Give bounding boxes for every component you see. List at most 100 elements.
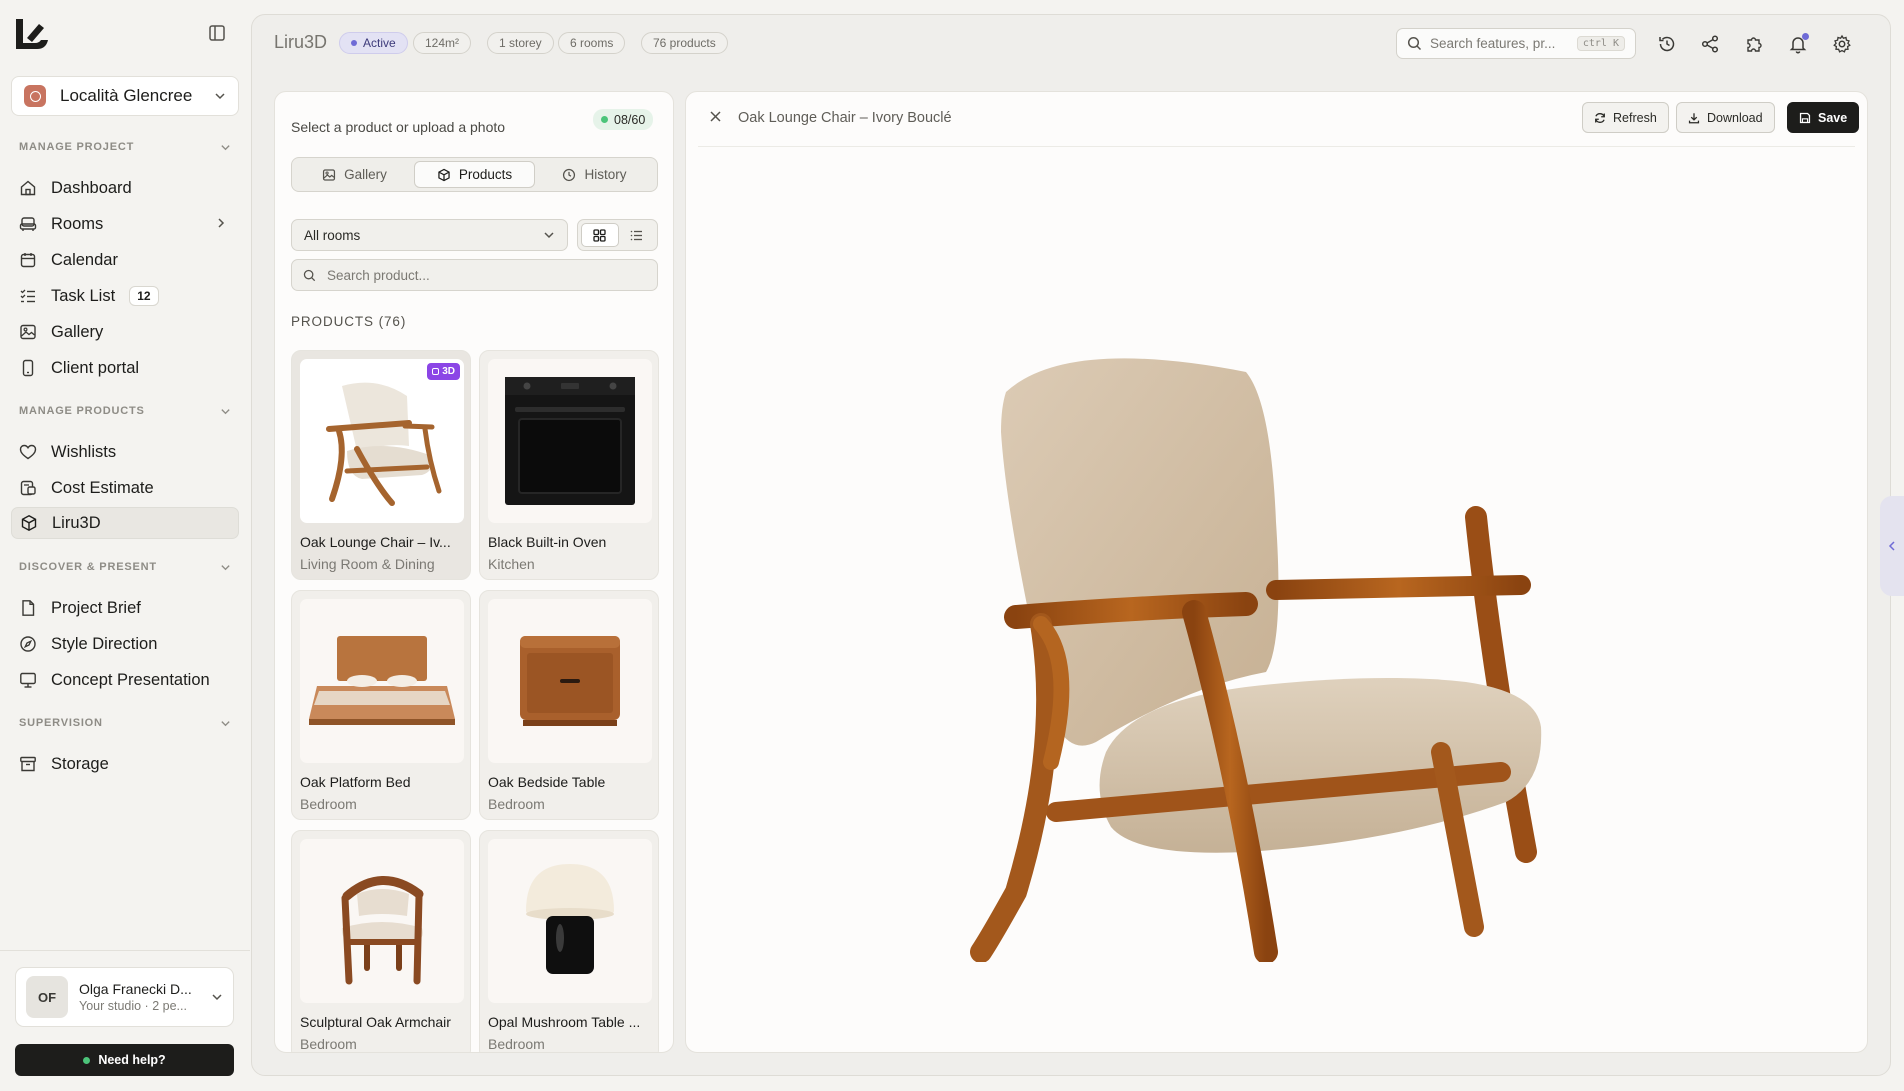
product-card[interactable]: Oak Bedside Table Bedroom: [479, 590, 659, 820]
product-search-input[interactable]: Search product...: [291, 259, 658, 291]
gear-icon[interactable]: [1831, 33, 1853, 55]
sidebar-item-client-portal[interactable]: Client portal: [11, 352, 239, 384]
sidebar-item-calendar[interactable]: Calendar: [11, 244, 239, 276]
task-count-badge: 12: [129, 286, 159, 306]
product-3d-viewer: Oak Lounge Chair – Ivory Bouclé Refresh …: [685, 91, 1868, 1053]
product-card[interactable]: Oak Platform Bed Bedroom: [291, 590, 471, 820]
room-filter-select[interactable]: All rooms: [291, 219, 568, 251]
save-button[interactable]: Save: [1787, 102, 1860, 133]
sidebar-item-dashboard[interactable]: Dashboard: [11, 172, 239, 204]
document-icon: [19, 599, 37, 617]
puzzle-icon[interactable]: [1743, 33, 1765, 55]
sidebar-divider: [0, 950, 250, 951]
generation-counter: 08/60: [593, 109, 654, 130]
product-thumbnail: [300, 839, 464, 1003]
project-avatar: [24, 85, 46, 107]
sidebar-item-style-direction[interactable]: Style Direction: [11, 628, 239, 660]
sidebar-item-liru3d[interactable]: Liru3D: [11, 507, 239, 539]
tab-products[interactable]: Products: [414, 161, 535, 188]
download-icon: [1688, 112, 1700, 123]
need-help-button[interactable]: Need help?: [15, 1044, 234, 1076]
page-title: Liru3D: [274, 32, 328, 52]
share-icon[interactable]: [1699, 33, 1721, 55]
save-icon: [1799, 112, 1811, 123]
user-menu[interactable]: OF Olga Franecki D... Your studio · 2 pe…: [15, 967, 234, 1027]
status-badge: Active: [339, 32, 408, 54]
refresh-icon: [1595, 112, 1605, 123]
view-toggle: [577, 219, 658, 251]
image-icon: [19, 323, 37, 341]
area-badge: 124m²: [413, 32, 472, 54]
chevron-down-icon: [221, 144, 230, 150]
cube-icon: [20, 514, 38, 532]
list-check-icon: [19, 287, 37, 305]
product-name: Sculptural Oak Armchair: [300, 1014, 451, 1030]
close-icon[interactable]: [708, 109, 723, 124]
rooms-badge: 6 rooms: [558, 32, 626, 54]
search-icon: [1407, 36, 1422, 51]
bell-icon[interactable]: [1787, 33, 1809, 55]
section-manage-project[interactable]: MANAGE PROJECT: [19, 141, 231, 153]
sidebar-item-storage[interactable]: Storage: [11, 748, 239, 780]
download-button[interactable]: Download: [1676, 102, 1775, 133]
section-supervision[interactable]: SUPERVISION: [19, 717, 231, 729]
product-picker-panel: Select a product or upload a photo 08/60…: [274, 91, 674, 1053]
sidebar-item-gallery[interactable]: Gallery: [11, 316, 239, 348]
history-icon[interactable]: [1656, 33, 1678, 55]
sofa-icon: [19, 215, 37, 233]
sidebar-collapse-icon[interactable]: [208, 24, 228, 44]
grid-view-button[interactable]: [581, 223, 619, 247]
product-name: Opal Mushroom Table ...: [488, 1014, 641, 1030]
sidebar: Località Glencree MANAGE PROJECT Dashboa…: [0, 0, 250, 1091]
tab-history[interactable]: History: [535, 161, 654, 188]
sidebar-item-wishlists[interactable]: Wishlists: [11, 436, 239, 468]
search-icon: [303, 269, 316, 281]
project-selector[interactable]: Località Glencree: [11, 76, 239, 116]
product-room: Living Room & Dining: [300, 556, 435, 572]
product-card[interactable]: Sculptural Oak Armchair Bedroom: [291, 830, 471, 1052]
product-thumbnail: [488, 839, 652, 1003]
product-card[interactable]: 3D Oak Lounge Chair – Iv... Living Room …: [291, 350, 471, 580]
products-badge: 76 products: [641, 32, 728, 54]
chair-3d-model[interactable]: [946, 342, 1606, 962]
compass-icon: [19, 635, 37, 653]
section-manage-products[interactable]: MANAGE PRODUCTS: [19, 405, 231, 417]
chevron-down-icon: [212, 994, 222, 1001]
grid-icon: [593, 228, 606, 242]
sidebar-item-rooms[interactable]: Rooms: [11, 208, 239, 240]
product-name: Black Built-in Oven: [488, 534, 607, 550]
list-view-button[interactable]: [619, 223, 655, 247]
panel-expand-handle[interactable]: [1880, 496, 1904, 596]
user-studio: Your studio · 2 pe...: [79, 999, 187, 1013]
global-search-input[interactable]: Search features, pr... ctrl K: [1396, 28, 1636, 59]
app-logo[interactable]: [15, 18, 49, 50]
sidebar-item-project-brief[interactable]: Project Brief: [11, 592, 239, 624]
sidebar-item-concept-presentation[interactable]: Concept Presentation: [11, 664, 239, 696]
products-heading: PRODUCTS (76): [291, 314, 407, 329]
chevron-right-icon: [218, 218, 225, 228]
chevron-down-icon: [221, 408, 230, 414]
calendar-icon: [19, 251, 37, 269]
product-name: Oak Platform Bed: [300, 774, 411, 790]
viewer-header: Oak Lounge Chair – Ivory Bouclé Refresh …: [698, 92, 1860, 147]
sidebar-item-cost-estimate[interactable]: Cost Estimate: [11, 472, 239, 504]
cube-icon: [438, 168, 450, 181]
product-room: Bedroom: [488, 796, 545, 812]
viewer-title: Oak Lounge Chair – Ivory Bouclé: [738, 110, 952, 126]
user-name: Olga Franecki D...: [79, 981, 192, 997]
section-discover-present[interactable]: DISCOVER & PRESENT: [19, 561, 231, 573]
phone-icon: [19, 359, 37, 377]
main-content: Liru3D Active 124m² 1 storey 6 rooms 76 …: [251, 14, 1891, 1076]
chevron-down-icon: [221, 720, 230, 726]
tab-gallery[interactable]: Gallery: [295, 161, 414, 188]
heart-icon: [19, 443, 37, 461]
product-card[interactable]: Black Built-in Oven Kitchen: [479, 350, 659, 580]
product-room: Bedroom: [300, 1036, 357, 1052]
refresh-button[interactable]: Refresh: [1582, 102, 1669, 133]
product-thumbnail: 3D: [300, 359, 464, 523]
product-name: Oak Lounge Chair – Iv...: [300, 534, 451, 550]
project-name: Località Glencree: [60, 86, 193, 105]
sidebar-item-task-list[interactable]: Task List 12: [11, 280, 239, 312]
image-icon: [323, 168, 336, 181]
product-card[interactable]: Opal Mushroom Table ... Bedroom: [479, 830, 659, 1052]
